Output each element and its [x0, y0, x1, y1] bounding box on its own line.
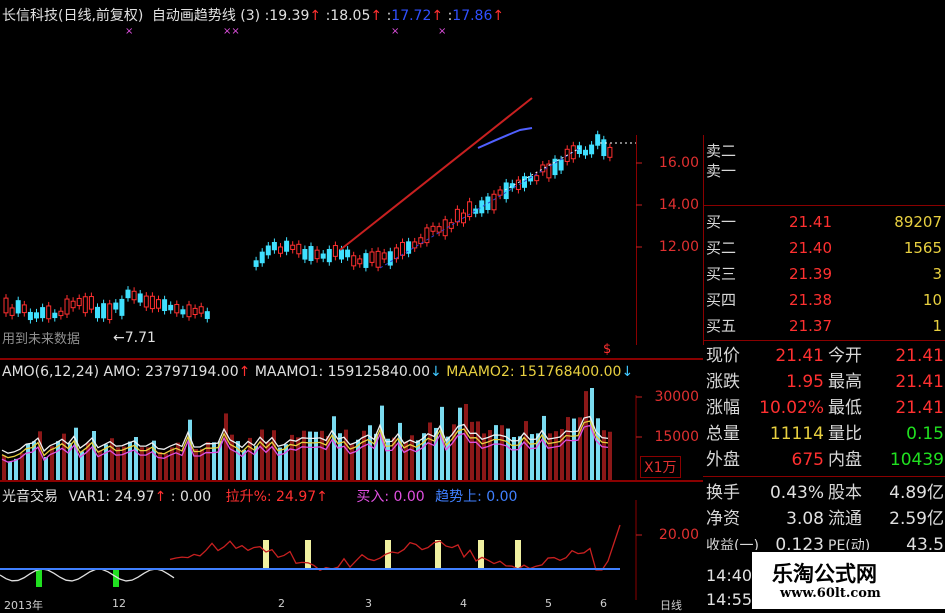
quote-panel-border — [703, 340, 945, 341]
quote-value: 0.123 — [752, 532, 824, 550]
bid-volume: 3 — [832, 261, 942, 288]
quote-label: 外盘 — [706, 447, 752, 473]
quote-value: 675 — [752, 447, 824, 473]
quote-row: 收益(一) 0.123 PE(动) 43.5 — [706, 532, 944, 550]
quote-row: 涨跌 1.95 最高 21.41 — [706, 369, 944, 395]
quote-row: 换手 0.43% 股本 4.89亿 — [706, 480, 944, 506]
bid-price: 21.40 — [748, 235, 832, 262]
quote-label: 内盘 — [828, 447, 874, 473]
quote-label: 涨幅 — [706, 395, 752, 421]
quote-label: 今开 — [828, 343, 874, 369]
axis-label: 4 — [460, 597, 467, 610]
quote-value: 1.95 — [752, 369, 824, 395]
signal-bar — [435, 540, 441, 569]
bid-row[interactable]: 买四 21.38 10 — [706, 287, 942, 314]
bid-price: 21.38 — [748, 287, 832, 314]
watermark-url: www.60lt.com — [780, 586, 881, 601]
quote-label: 总量 — [706, 421, 752, 447]
sell-label-1: 卖一 — [706, 161, 736, 181]
quote-value: 21.41 — [874, 369, 944, 395]
bid-volume: 1565 — [832, 235, 942, 262]
quote-value: 10439 — [874, 447, 944, 473]
watermark-name: 乐淘公式网 — [772, 558, 877, 588]
quote-label: 最低 — [828, 395, 874, 421]
quote-label: 净资 — [706, 506, 752, 532]
watermark: 乐淘公式网 www.60lt.com — [752, 552, 945, 609]
sell-label-2: 卖二 — [706, 141, 736, 161]
signal-bar — [305, 540, 311, 569]
quote-label: 量比 — [828, 421, 874, 447]
bid-label: 买三 — [706, 261, 748, 288]
quote-row: 总量 11114 量比 0.15 — [706, 421, 944, 447]
quote-value: 3.08 — [752, 506, 824, 532]
signal-bar — [263, 540, 269, 569]
axis-label: 日线 — [660, 597, 682, 613]
quote-value: 21.41 — [874, 395, 944, 421]
quote-value: 10.02% — [752, 395, 824, 421]
quote-label: 流通 — [828, 506, 874, 532]
quote-label: 涨跌 — [706, 369, 752, 395]
bid-label: 买一 — [706, 209, 748, 236]
quote-value: 2.59亿 — [874, 506, 944, 532]
bid-volume: 10 — [832, 287, 942, 314]
time-axis: 2013年 12 2 3 4 5 6 日线 — [0, 599, 703, 609]
bid-label: 买二 — [706, 235, 748, 262]
bid-price: 21.37 — [748, 313, 832, 340]
quote-row: 外盘 675 内盘 10439 — [706, 447, 944, 473]
signal-bar — [36, 569, 42, 587]
bid-volume: 89207 — [832, 209, 942, 236]
quote-value: 0.43% — [752, 480, 824, 506]
quote-value: 21.41 — [874, 343, 944, 369]
quote-panel-border — [703, 205, 945, 206]
signal-bar — [478, 540, 484, 569]
bid-label: 买五 — [706, 313, 748, 340]
bid-row[interactable]: 买三 21.39 3 — [706, 261, 942, 288]
axis-label: 6 — [600, 597, 607, 610]
bid-row[interactable]: 买一 21.41 89207 — [706, 209, 942, 236]
quote-value: 43.5 — [874, 532, 944, 550]
bid-row[interactable]: 买五 21.37 1 — [706, 313, 942, 340]
quote-row: 现价 21.41 今开 21.41 — [706, 343, 944, 369]
axis-label: 2013年 — [4, 597, 43, 613]
var-tick-label: 20.00 — [654, 527, 699, 543]
axis-label: 2 — [278, 597, 285, 610]
time-row: 14:40 — [706, 566, 752, 585]
quote-label: 股本 — [828, 480, 874, 506]
axis-label: 5 — [545, 597, 552, 610]
quote-value: 11114 — [752, 421, 824, 447]
sell-label: 卖二 卖一 — [706, 141, 736, 181]
quote-label: 换手 — [706, 480, 752, 506]
quote-row: 涨幅 10.02% 最低 21.41 — [706, 395, 944, 421]
axis-label: 12 — [112, 597, 126, 610]
quote-row: 净资 3.08 流通 2.59亿 — [706, 506, 944, 532]
signal-bar — [515, 540, 521, 569]
quote-value: 0.15 — [874, 421, 944, 447]
quote-panel-border — [703, 476, 945, 477]
bid-price: 21.41 — [748, 209, 832, 236]
quote-label: 收益(一) — [706, 533, 752, 550]
bid-label: 买四 — [706, 287, 748, 314]
axis-label: 3 — [365, 597, 372, 610]
quote-label: PE(动) — [828, 533, 874, 550]
quote-value: 21.41 — [752, 343, 824, 369]
quote-value: 4.89亿 — [874, 480, 944, 506]
bid-row[interactable]: 买二 21.40 1565 — [706, 235, 942, 262]
bid-volume: 1 — [832, 313, 942, 340]
time-row: 14:55 — [706, 590, 752, 609]
quote-label: 现价 — [706, 343, 752, 369]
bid-price: 21.39 — [748, 261, 832, 288]
quote-label: 最高 — [828, 369, 874, 395]
